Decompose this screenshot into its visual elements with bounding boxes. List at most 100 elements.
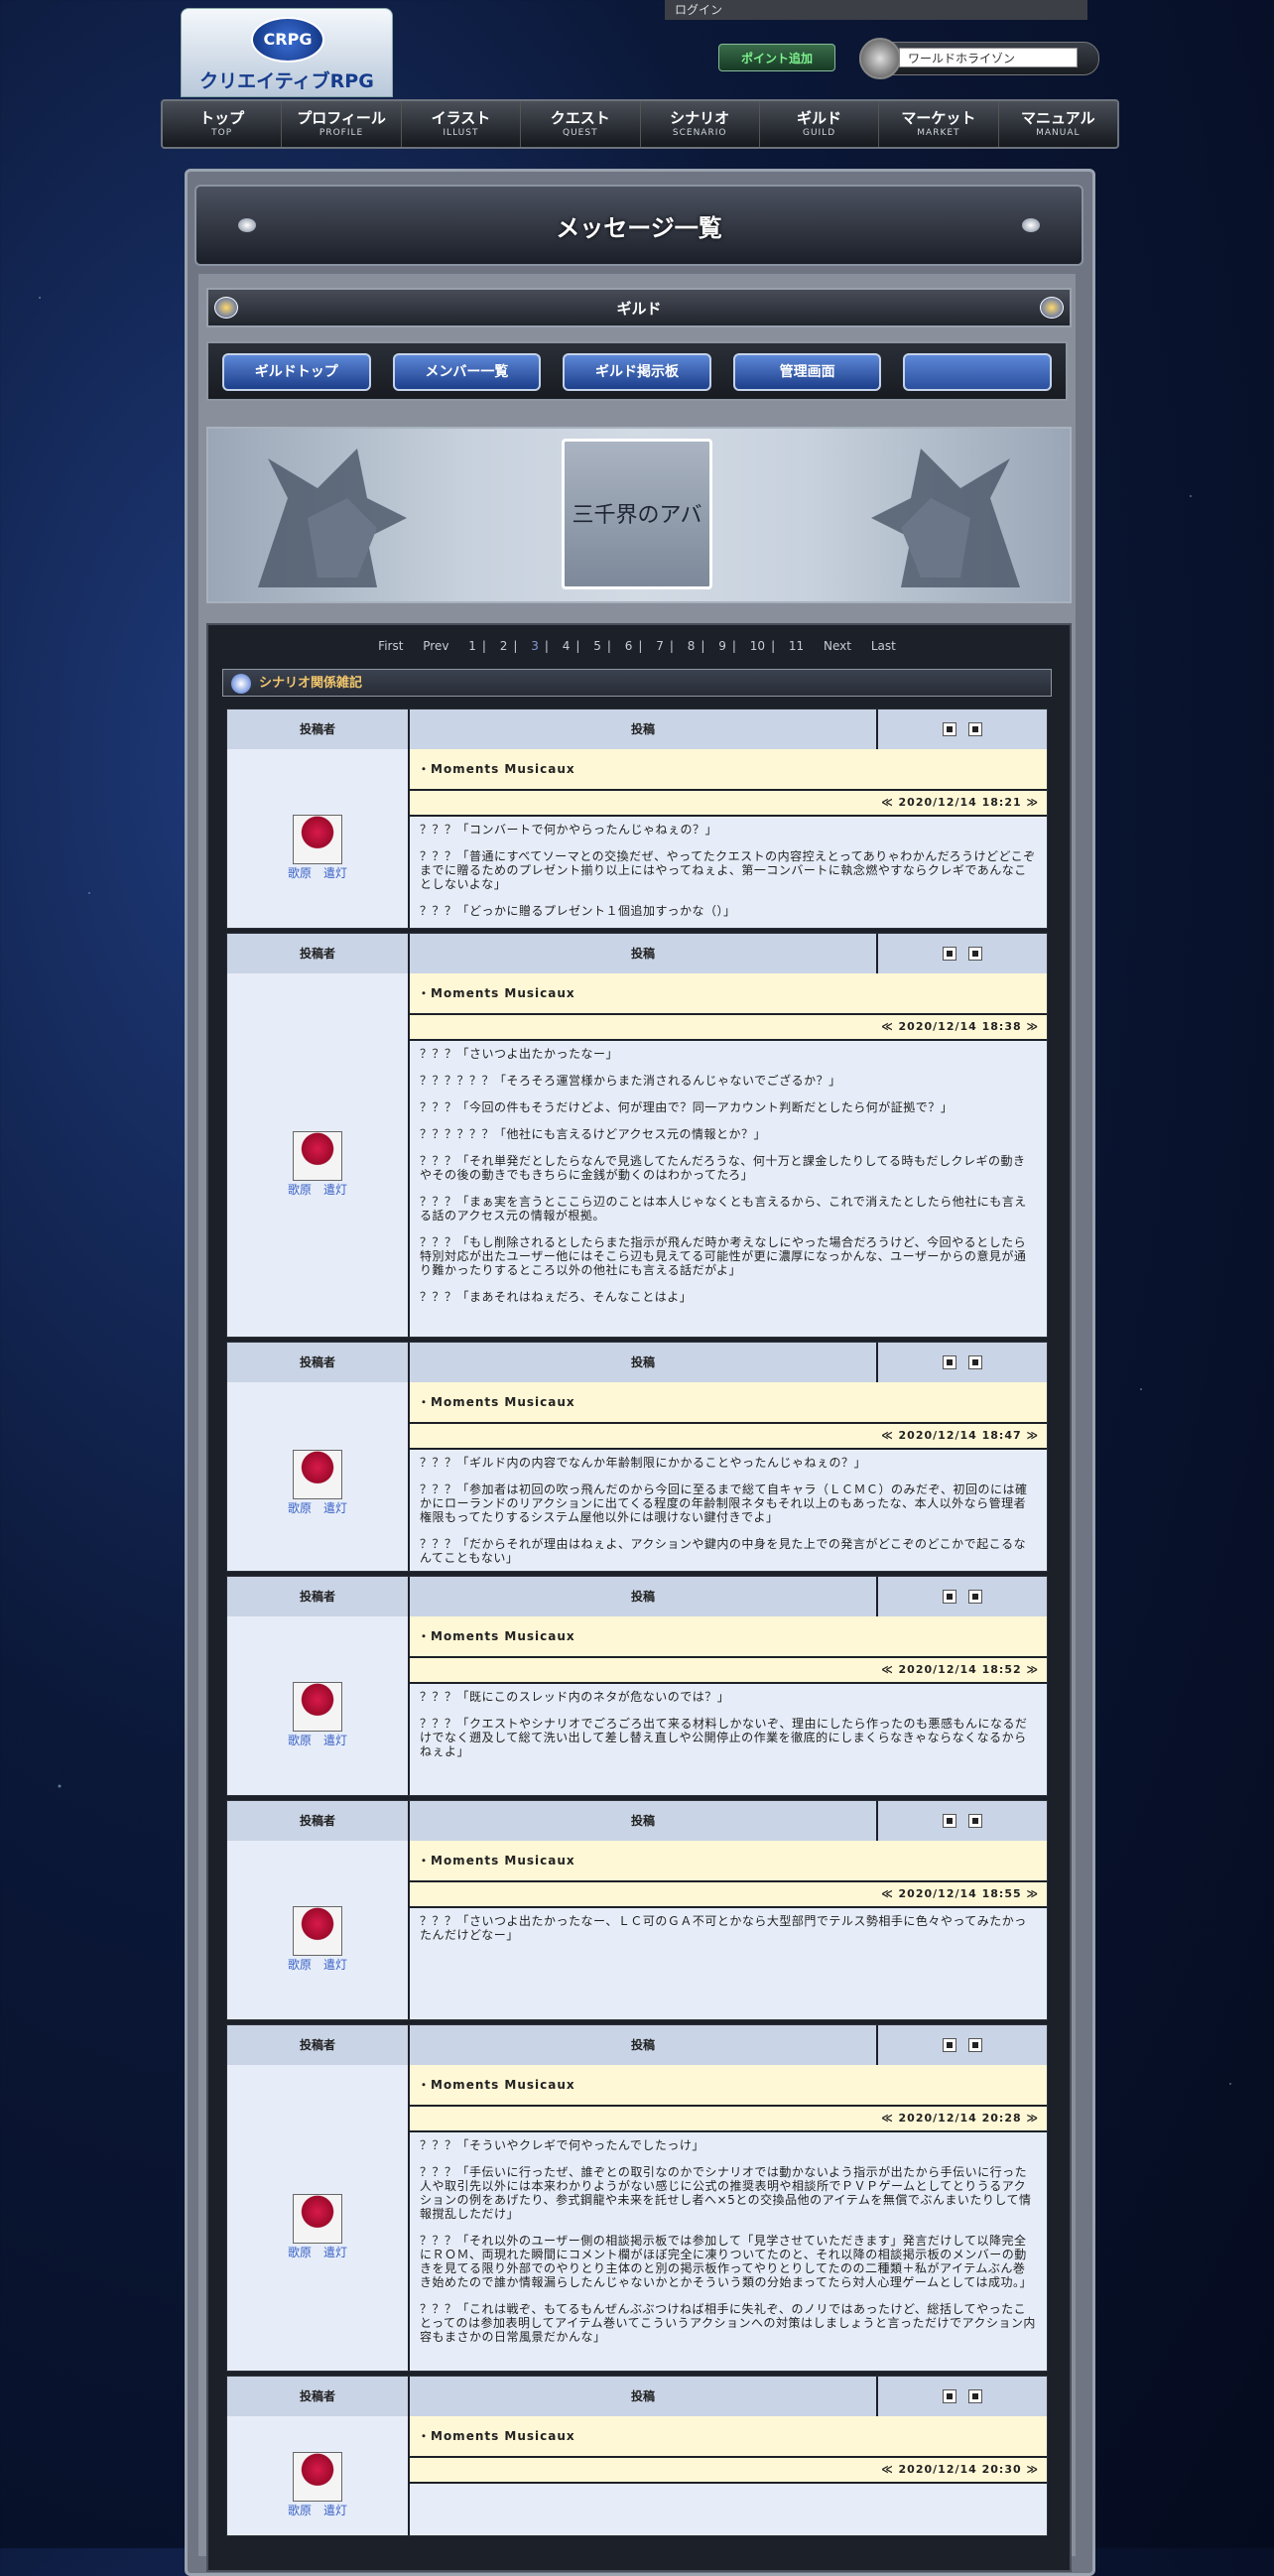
reply-icon[interactable] <box>943 1355 956 1369</box>
author-name[interactable]: 歌原 遣灯 <box>227 1732 408 1748</box>
post-body: 歌原 遣灯 ・Moments Musicaux ≪ 2020/12/14 18:… <box>227 973 1047 1337</box>
world-name-field[interactable]: ワールドホライゾン <box>899 48 1078 67</box>
expand-icon[interactable] <box>968 947 982 961</box>
post-column-label: 投稿 <box>410 1801 878 1841</box>
page-next[interactable]: Next <box>824 639 851 653</box>
author-name[interactable]: 歌原 遣灯 <box>227 2502 408 2518</box>
post-column-label: 投稿 <box>410 1577 878 1616</box>
page-link[interactable]: 10 <box>750 639 765 653</box>
author-column-label: 投稿者 <box>227 1343 410 1382</box>
post-text: ？？？「そういやクレギで何やったんでしたっけ」 ？？？「手伝いに行ったぜ、誰ぞとの… <box>410 2132 1047 2371</box>
expand-icon[interactable] <box>968 2038 982 2052</box>
nav-label: クエスト <box>550 109 610 127</box>
expand-icon[interactable] <box>968 1590 982 1604</box>
tab-admin[interactable]: 管理画面 <box>732 353 882 391</box>
post-actions <box>878 2025 1047 2065</box>
avatar[interactable] <box>293 1131 342 1181</box>
author-column-label: 投稿者 <box>227 2377 410 2416</box>
guild-emblem-icon <box>1040 297 1064 319</box>
post-content: ・Moments Musicaux ≪ 2020/12/14 20:30 ≫ <box>410 2416 1047 2535</box>
tab-guild-board[interactable]: ギルド掲示板 <box>563 353 711 391</box>
post-text: ？？？「ギルド内の内容でなんか年齢制限にかかることやったんじゃねぇの？」 ？？？「… <box>410 1450 1047 1571</box>
page-link[interactable]: 7 <box>656 639 664 653</box>
avatar[interactable] <box>293 1682 342 1732</box>
page-link[interactable]: 11 <box>789 639 804 653</box>
post-date: ≪ 2020/12/14 20:30 ≫ <box>410 2458 1047 2484</box>
nav-sublabel: GUILD <box>802 128 836 138</box>
post: 投稿者 投稿 歌原 遣灯 ・Moments Musicaux ≪ 2020/12… <box>226 2024 1048 2372</box>
avatar[interactable] <box>293 1450 342 1499</box>
post-author: 歌原 遣灯 <box>227 973 410 1337</box>
expand-icon[interactable] <box>968 722 982 736</box>
page-link[interactable]: 4 <box>563 639 571 653</box>
tab-member-list[interactable]: メンバー一覧 <box>392 353 542 391</box>
logo-badge: CRPG <box>251 17 324 63</box>
tab-empty[interactable] <box>903 353 1052 391</box>
reply-icon[interactable] <box>943 2038 956 2052</box>
nav-item-illust[interactable]: イラスト ILLUST <box>402 101 522 147</box>
page-link[interactable]: 1 <box>468 639 476 653</box>
page-link[interactable]: 9 <box>718 639 726 653</box>
post-column-label: 投稿 <box>410 709 878 749</box>
post-actions <box>878 934 1047 973</box>
author-name[interactable]: 歌原 遣灯 <box>227 2244 408 2260</box>
avatar[interactable] <box>293 2452 342 2502</box>
nav-item-guild[interactable]: ギルド GUILD <box>760 101 880 147</box>
reply-icon[interactable] <box>943 722 956 736</box>
nav-item-top[interactable]: トップ TOP <box>163 101 283 147</box>
nav-item-profile[interactable]: プロフィール PROFILE <box>282 101 402 147</box>
add-points-button[interactable]: ポイント追加 <box>718 44 835 71</box>
author-column-label: 投稿者 <box>227 934 410 973</box>
reply-icon[interactable] <box>943 1814 956 1828</box>
site-logo[interactable]: CRPG クリエイティブRPG <box>181 8 393 97</box>
page-link[interactable]: 2 <box>500 639 508 653</box>
expand-icon[interactable] <box>968 2389 982 2403</box>
post-body: 歌原 遣灯 ・Moments Musicaux ≪ 2020/12/14 18:… <box>227 749 1047 928</box>
post-body: 歌原 遣灯 ・Moments Musicaux ≪ 2020/12/14 20:… <box>227 2065 1047 2371</box>
post-subject: ・Moments Musicaux <box>410 749 1047 791</box>
post-paragraph: ？？？？？？「他社にも言えるけどアクセス元の情報とか？」 <box>420 1127 767 1141</box>
reply-icon[interactable] <box>943 1590 956 1604</box>
expand-icon[interactable] <box>968 1355 982 1369</box>
nav-sublabel: MARKET <box>917 128 960 138</box>
page-link[interactable]: 5 <box>593 639 601 653</box>
avatar[interactable] <box>293 1906 342 1956</box>
nav-item-manual[interactable]: マニュアル MANUAL <box>999 101 1117 147</box>
post-author: 歌原 遣灯 <box>227 1616 410 1795</box>
nav-label: マーケット <box>901 109 976 127</box>
tab-guild-top[interactable]: ギルドトップ <box>222 353 371 391</box>
post-subject: ・Moments Musicaux <box>410 1841 1047 1882</box>
reply-icon[interactable] <box>943 2389 956 2403</box>
author-name[interactable]: 歌原 遣灯 <box>227 864 408 881</box>
login-link[interactable]: ログイン <box>665 0 1087 20</box>
post-date: ≪ 2020/12/14 20:28 ≫ <box>410 2107 1047 2132</box>
post-column-label: 投稿 <box>410 2025 878 2065</box>
post-paragraph: ？？？「ギルド内の内容でなんか年齢制限にかかることやったんじゃねぇの？」 <box>420 1456 867 1470</box>
post: 投稿者 投稿 歌原 遣灯 ・Moments Musicaux ≪ 2020/12… <box>226 2376 1048 2536</box>
section-title: ギルド <box>616 300 662 318</box>
reply-icon[interactable] <box>943 947 956 961</box>
post-text <box>410 2484 1047 2535</box>
post-author: 歌原 遣灯 <box>227 1382 410 1571</box>
post-body: 歌原 遣灯 ・Moments Musicaux ≪ 2020/12/14 18:… <box>227 1616 1047 1795</box>
post-content: ・Moments Musicaux ≪ 2020/12/14 18:21 ≫ ？… <box>410 749 1047 928</box>
nav-item-market[interactable]: マーケット MARKET <box>879 101 999 147</box>
page-first[interactable]: First <box>378 639 403 653</box>
page-last[interactable]: Last <box>871 639 896 653</box>
page-link[interactable]: 8 <box>688 639 696 653</box>
author-name[interactable]: 歌原 遣灯 <box>227 1956 408 1973</box>
author-column-label: 投稿者 <box>227 1801 410 1841</box>
author-name[interactable]: 歌原 遣灯 <box>227 1499 408 1516</box>
avatar[interactable] <box>293 2194 342 2244</box>
avatar[interactable] <box>293 815 342 864</box>
page-prev[interactable]: Prev <box>423 639 448 653</box>
nav-item-scenario[interactable]: シナリオ SCENARIO <box>641 101 760 147</box>
post-paragraph: ？？？「これは戦ぞ、もてるもんぜんぶぶつけねば相手に失礼ぞ、のノリではあったけど… <box>420 2302 1036 2344</box>
nav-item-quest[interactable]: クエスト QUEST <box>521 101 641 147</box>
expand-icon[interactable] <box>968 1814 982 1828</box>
post-text: ？？？「コンバートで何かやらったんじゃねぇの？」 ？？？「普通にすべてソーマとの交… <box>410 817 1047 928</box>
author-name[interactable]: 歌原 遣灯 <box>227 1181 408 1198</box>
post-paragraph: ？？？「まぁ実を言うとここら辺のことは本人じゃなくとも言えるから、これで消えたと… <box>420 1195 1027 1223</box>
page-link[interactable]: 6 <box>625 639 633 653</box>
post-paragraph: ？？？「普通にすべてソーマとの交換だぜ、やってたクエストの内容控えとってありゃわ… <box>420 849 1036 891</box>
